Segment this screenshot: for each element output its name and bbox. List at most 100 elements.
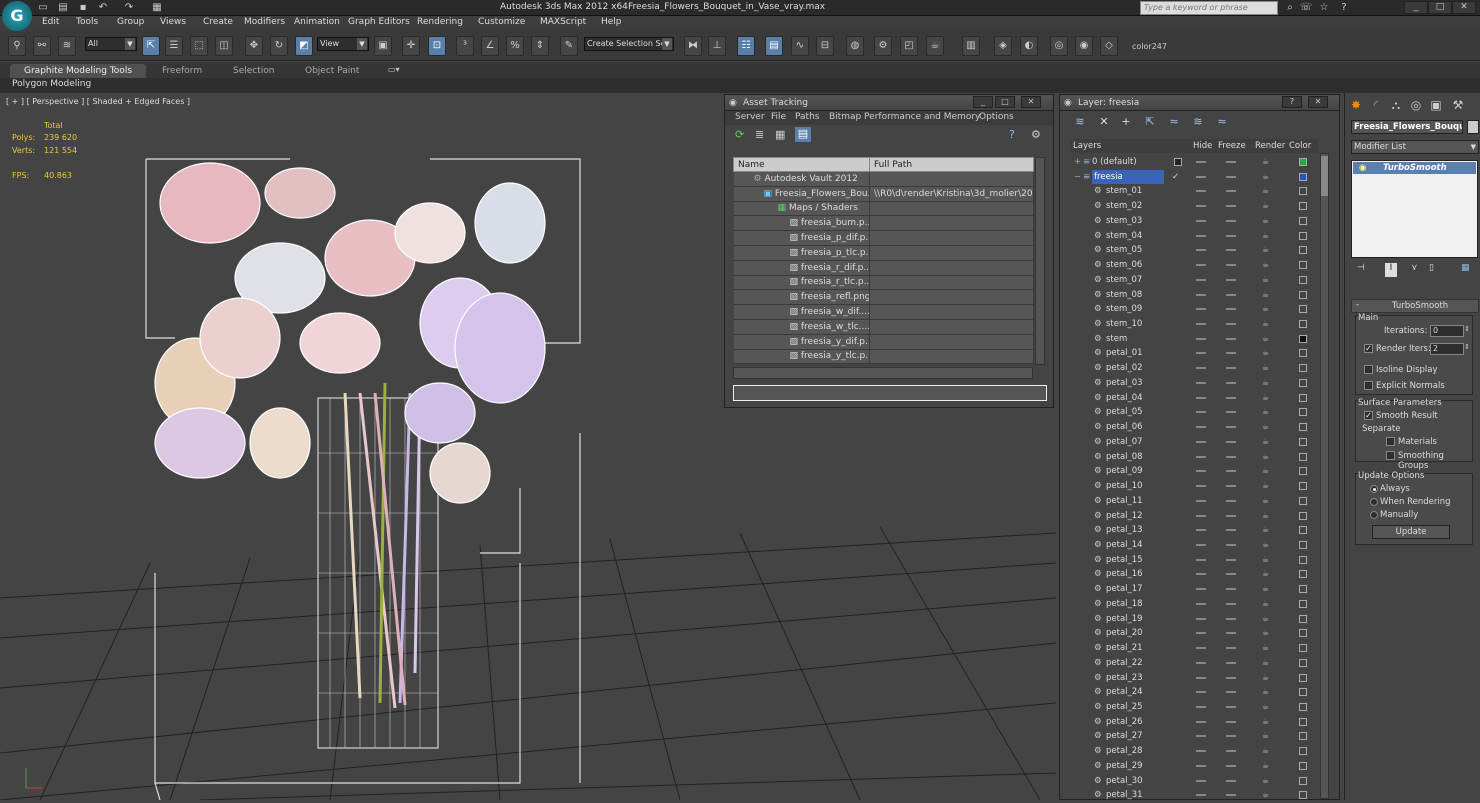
column-header-freeze[interactable]: Freeze [1218, 141, 1246, 151]
hide-toggle[interactable] [1196, 706, 1206, 708]
freeze-toggle[interactable] [1226, 249, 1236, 252]
column-header-full-path[interactable]: Full Path [869, 157, 1034, 172]
hide-toggle[interactable] [1196, 308, 1206, 311]
table-row[interactable]: ▧ freesia_p_dif.p... [733, 230, 1034, 246]
modify-tab-icon[interactable]: ◜ [1367, 96, 1385, 114]
render-toggle-icon[interactable]: ☕ [1262, 349, 1270, 357]
freeze-toggle[interactable] [1226, 794, 1236, 797]
render-toggle-icon[interactable]: ☕ [1262, 761, 1270, 769]
layer-color-swatch[interactable] [1299, 261, 1307, 270]
communication-center-icon[interactable]: ☏ [1298, 1, 1314, 15]
render-toggle-icon[interactable]: ☕ [1262, 467, 1270, 475]
layer-help-button[interactable]: ? [1282, 96, 1302, 108]
hide-toggle[interactable] [1196, 529, 1206, 532]
unlink-icon[interactable]: ⚯ [33, 36, 51, 56]
material-editor-icon[interactable]: ◍ [846, 36, 864, 56]
freeze-toggle[interactable] [1226, 602, 1236, 605]
freeze-toggle[interactable] [1226, 396, 1236, 399]
object-name-field[interactable]: Freesia_Flowers_Bouque [1351, 120, 1463, 134]
always-radio[interactable] [1370, 485, 1378, 493]
freeze-toggle[interactable] [1226, 440, 1236, 443]
hide-toggle[interactable] [1196, 632, 1206, 635]
layer-object-row[interactable]: ⚙ petal_10 ☕ [1070, 479, 1318, 494]
column-header-color[interactable]: Color [1289, 141, 1311, 151]
create-tab-icon[interactable]: ✸ [1347, 96, 1365, 114]
selection-filter-dropdown[interactable]: All ▼ [85, 37, 137, 51]
freeze-toggle[interactable] [1226, 676, 1236, 679]
check-icon[interactable]: ✓ [1172, 172, 1179, 182]
hide-toggle[interactable] [1196, 602, 1206, 605]
table-view-icon[interactable]: ▤ [795, 127, 811, 142]
rectangular-selection-icon[interactable]: ⬚ [190, 36, 208, 56]
layer-color-swatch[interactable] [1299, 644, 1307, 653]
asset-maximize-button[interactable]: □ [995, 96, 1015, 108]
thumbnail-view-icon[interactable]: ▦ [775, 128, 785, 141]
hide-unhide-all-icon[interactable]: ≋ [1190, 115, 1206, 129]
layer-object-row[interactable]: ⚙ petal_02 ☕ [1070, 361, 1318, 376]
render-toggle-icon[interactable]: ☕ [1262, 334, 1270, 342]
render-toggle-icon[interactable]: ☕ [1262, 688, 1270, 696]
layer-color-swatch[interactable] [1299, 275, 1307, 284]
render-toggle-icon[interactable]: ☕ [1262, 408, 1270, 416]
hierarchy-tab-icon[interactable]: ⛬ [1387, 96, 1405, 114]
freeze-toggle[interactable] [1226, 234, 1236, 237]
table-row[interactable]: ▧ freesia_bum.p... [733, 215, 1034, 232]
vray-proxy-icon[interactable]: ◎ [1050, 36, 1068, 56]
freeze-toggle[interactable] [1226, 573, 1236, 576]
render-toggle-icon[interactable]: ☕ [1262, 673, 1270, 681]
layer-object-row[interactable]: ⚙ petal_16 ☕ [1070, 567, 1318, 582]
layer-color-swatch[interactable] [1299, 423, 1307, 432]
hide-toggle[interactable] [1196, 278, 1206, 281]
menu-animation[interactable]: Animation [290, 17, 344, 27]
help-icon[interactable]: ? [1336, 1, 1352, 15]
freeze-toggle[interactable] [1226, 323, 1236, 326]
freeze-toggle[interactable] [1226, 764, 1236, 767]
layer-color-swatch[interactable] [1299, 408, 1307, 417]
hide-toggle[interactable] [1196, 779, 1206, 782]
tab-selection[interactable]: Selection [219, 64, 288, 78]
layer-row[interactable]: + ≡ 0 (default) ☕ [1070, 155, 1318, 170]
layer-color-swatch[interactable] [1299, 216, 1307, 225]
hide-toggle[interactable] [1196, 455, 1206, 458]
manually-radio[interactable] [1370, 511, 1378, 519]
modifier-list-dropdown[interactable]: Modifier List ▼ [1351, 140, 1479, 154]
layer-color-swatch[interactable] [1299, 599, 1307, 608]
freeze-toggle[interactable] [1226, 308, 1236, 311]
render-toggle-icon[interactable]: ☕ [1262, 585, 1270, 593]
layer-color-swatch[interactable] [1299, 703, 1307, 711]
current-layer-icon[interactable] [1174, 158, 1182, 166]
hide-toggle[interactable] [1196, 794, 1206, 797]
freeze-toggle[interactable] [1226, 175, 1236, 178]
polygon-modeling-label[interactable]: Polygon Modeling [12, 79, 91, 89]
layer-color-swatch[interactable] [1299, 585, 1307, 594]
hide-toggle[interactable] [1196, 249, 1206, 252]
update-button[interactable]: Update [1372, 525, 1450, 539]
layer-object-row[interactable]: ⚙ petal_30 ☕ [1070, 774, 1318, 789]
layer-color-swatch[interactable] [1299, 187, 1307, 196]
render-toggle-icon[interactable]: ☕ [1262, 305, 1270, 313]
layer-color-swatch[interactable] [1299, 172, 1307, 181]
utilities-tab-icon[interactable]: ⚒ [1449, 96, 1467, 114]
hide-toggle[interactable] [1196, 735, 1206, 738]
layer-object-row[interactable]: ⚙ petal_13 ☕ [1070, 523, 1318, 538]
layer-color-swatch[interactable] [1299, 437, 1307, 446]
freeze-toggle[interactable] [1226, 426, 1236, 429]
table-row[interactable]: ▧ freesia_r_dif.p... [733, 260, 1034, 276]
layer-close-button[interactable]: ✕ [1308, 96, 1328, 108]
rendered-frame-window-icon[interactable]: ◰ [900, 36, 918, 56]
select-object-icon[interactable]: ⇱ [142, 36, 160, 56]
render-toggle-icon[interactable]: ☕ [1262, 216, 1270, 224]
layer-object-row[interactable]: ⚙ petal_29 ☕ [1070, 759, 1318, 774]
vray-plane-icon[interactable]: ◇ [1100, 36, 1118, 56]
layer-object-row[interactable]: ⚙ petal_09 ☕ [1070, 464, 1318, 479]
layer-color-swatch[interactable] [1299, 747, 1307, 756]
layer-object-row[interactable]: ⚙ petal_27 ☕ [1070, 729, 1318, 744]
search-icon[interactable]: ⌕ [1282, 1, 1298, 15]
object-color-swatch[interactable] [1467, 120, 1479, 134]
render-toggle-icon[interactable]: ☕ [1262, 423, 1270, 431]
motion-tab-icon[interactable]: ◎ [1407, 96, 1425, 114]
tab-freeform[interactable]: Freeform [148, 64, 216, 78]
layer-object-row[interactable]: ⚙ petal_14 ☕ [1070, 538, 1318, 553]
hide-toggle[interactable] [1196, 485, 1206, 488]
layer-object-row[interactable]: ⚙ petal_25 ☕ [1070, 700, 1318, 715]
